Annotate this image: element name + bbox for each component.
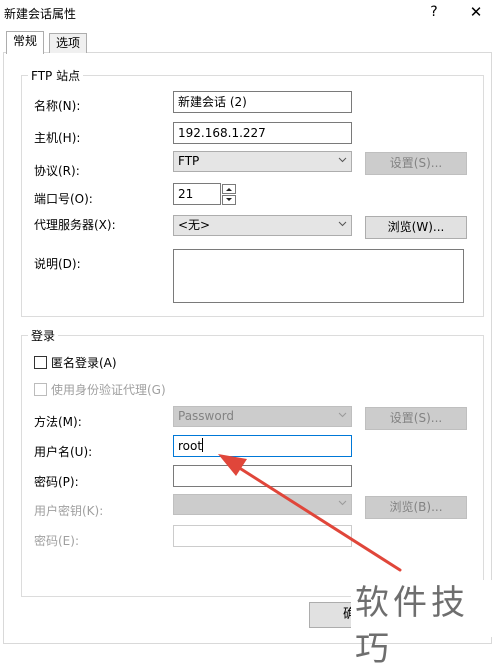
password-label: 密码(P): (34, 475, 79, 489)
method-value: Password (178, 409, 235, 423)
login-legend: 登录 (28, 327, 59, 344)
proxy-browse-button[interactable]: 浏览(W)... (365, 216, 467, 239)
tab-options[interactable]: 选项 (49, 33, 88, 53)
triangle-down-icon (226, 198, 232, 201)
triangle-up-icon (226, 188, 232, 191)
name-field[interactable]: 新建会话 (2) (173, 91, 352, 113)
window-title: 新建会话属性 (4, 7, 77, 21)
name-label: 名称(N): (34, 99, 81, 113)
chevron-down-icon (338, 157, 347, 163)
annotation-arrow (218, 454, 402, 572)
proxy-label: 代理服务器(X): (34, 218, 116, 232)
method-select[interactable]: Password (173, 406, 352, 427)
port-field[interactable]: 21 (173, 183, 221, 205)
protocol-settings-button[interactable]: 设置(S)... (365, 152, 467, 175)
help-button[interactable]: ? (424, 2, 444, 22)
port-label: 端口号(O): (34, 192, 93, 206)
description-field[interactable] (173, 249, 464, 303)
watermark-text: 软件技巧 (351, 580, 500, 669)
protocol-value: FTP (178, 154, 200, 168)
proxy-value: <无> (178, 218, 211, 232)
anonymous-login-checkbox[interactable] (34, 356, 47, 369)
host-label: 主机(H): (34, 131, 81, 145)
host-field[interactable]: 192.168.1.227 (173, 122, 352, 144)
protocol-select[interactable]: FTP (173, 151, 352, 172)
method-label: 方法(M): (34, 415, 82, 429)
method-settings-button[interactable]: 设置(S)... (365, 407, 467, 430)
user-key-label: 用户密钥(K): (34, 504, 104, 518)
ftp-site-legend: FTP 站点 (28, 67, 84, 84)
port-decrement[interactable] (222, 195, 236, 205)
username-value: root (178, 439, 203, 453)
passphrase-label: 密码(E): (34, 534, 79, 548)
username-label: 用户名(U): (34, 445, 93, 459)
close-button[interactable]: ✕ (464, 2, 488, 22)
proxy-select[interactable]: <无> (173, 215, 352, 236)
chevron-down-icon (338, 412, 347, 418)
port-increment[interactable] (222, 184, 236, 194)
description-label: 说明(D): (34, 257, 81, 271)
tab-general[interactable]: 常规 (6, 31, 45, 54)
auth-agent-checkbox[interactable] (34, 383, 47, 396)
anonymous-login-label[interactable]: 匿名登录(A) (51, 354, 117, 371)
chevron-down-icon (338, 221, 347, 227)
auth-agent-label: 使用身份验证代理(G) (51, 383, 166, 397)
protocol-label: 协议(R): (34, 164, 80, 178)
